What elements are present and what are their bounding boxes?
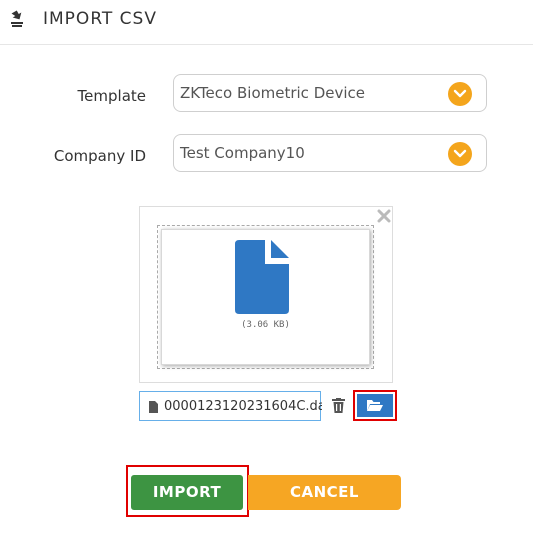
template-select-value: ZKTeco Biometric Device bbox=[180, 84, 365, 102]
dialog-header: IMPORT CSV bbox=[0, 0, 533, 45]
company-id-label: Company ID bbox=[53, 147, 146, 165]
import-csv-dialog: IMPORT CSV Template ZKTeco Biometric Dev… bbox=[0, 0, 533, 534]
file-name-field[interactable]: 0000123120231604C.dat bbox=[139, 391, 331, 421]
import-button[interactable]: IMPORT bbox=[131, 475, 243, 510]
import-icon bbox=[10, 10, 24, 28]
remove-file-button[interactable] bbox=[322, 391, 354, 421]
chevron-down-icon[interactable] bbox=[448, 142, 472, 166]
company-id-select-value: Test Company10 bbox=[180, 144, 305, 162]
file-dropzone[interactable]: (3.06 KB) bbox=[139, 206, 393, 383]
file-name: 0000123120231604C.dat bbox=[164, 399, 331, 414]
file-icon bbox=[233, 238, 291, 320]
close-icon[interactable] bbox=[376, 208, 392, 224]
dialog-title: IMPORT CSV bbox=[43, 9, 157, 29]
file-preview-area: (3.06 KB) bbox=[157, 225, 374, 369]
document-icon bbox=[148, 399, 159, 418]
company-id-select[interactable]: Test Company10 bbox=[173, 134, 487, 172]
browse-file-button[interactable] bbox=[357, 394, 393, 417]
chevron-down-icon[interactable] bbox=[448, 82, 472, 106]
template-label: Template bbox=[77, 87, 146, 105]
file-preview-frame: (3.06 KB) bbox=[161, 229, 370, 365]
cancel-button[interactable]: CANCEL bbox=[248, 475, 401, 510]
file-size: (3.06 KB) bbox=[241, 320, 290, 330]
template-select[interactable]: ZKTeco Biometric Device bbox=[173, 74, 487, 112]
